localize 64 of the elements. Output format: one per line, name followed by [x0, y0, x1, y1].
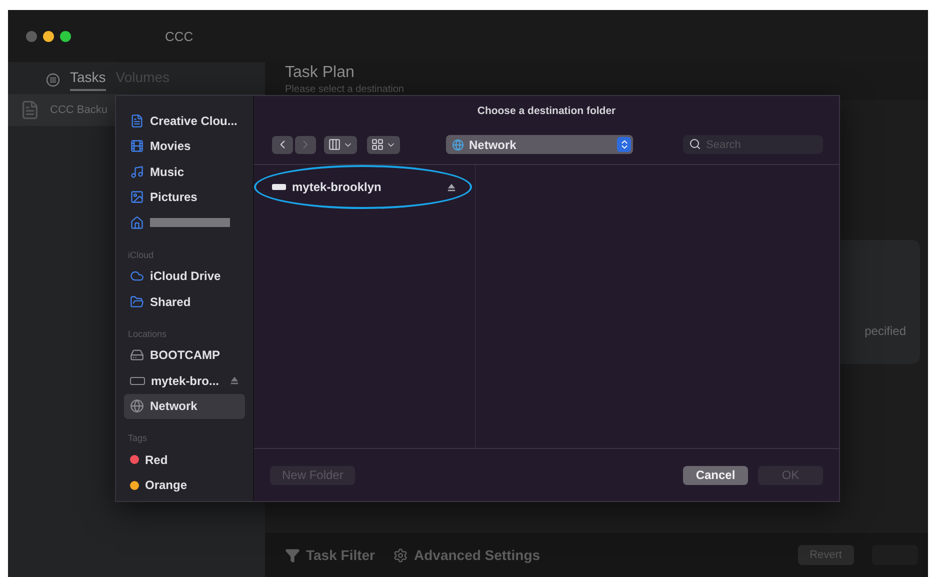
sidebar-item[interactable]: Creative Clou...: [124, 108, 245, 134]
sidebar-item[interactable]: iCloud Drive: [124, 264, 245, 289]
back-button[interactable]: [272, 136, 293, 154]
sidebar-item[interactable]: Pictures: [124, 184, 245, 210]
sidebar-item[interactable]: mytek-bro...: [124, 368, 245, 394]
globe-icon: [130, 399, 144, 414]
item-label: Red: [145, 452, 168, 467]
section-heading: Locations: [128, 328, 168, 338]
globe-icon: [452, 138, 464, 150]
window-title: CCC: [165, 28, 194, 44]
document-icon: [20, 100, 40, 120]
eject-icon[interactable]: [447, 182, 456, 192]
page-subtitle: Please select a destination: [285, 84, 405, 95]
search-icon: [689, 138, 701, 150]
drive-icon: [272, 184, 286, 190]
task-name: CCC Backu: [50, 104, 108, 116]
home-icon: [130, 216, 144, 230]
file-name: mytek-brooklyn: [292, 180, 382, 194]
item-label: BOOTCAMP: [150, 348, 220, 362]
eject-icon[interactable]: [230, 376, 239, 386]
item-label: Network: [150, 399, 198, 414]
stepper-icon: [617, 137, 631, 152]
card-text: pecified: [864, 324, 906, 338]
sidebar-tab[interactable]: Tasks: [70, 69, 106, 91]
cloud-icon: [130, 269, 144, 284]
item-label: Movies: [150, 139, 191, 154]
dialog-title: Choose a destination folder: [476, 104, 617, 119]
sidebar-item[interactable]: BOOTCAMP: [124, 342, 245, 368]
item-label: iCloud Drive: [150, 269, 221, 284]
item-label: Music: [150, 164, 184, 179]
item-label: Orange: [145, 478, 188, 492]
music-icon: [130, 164, 144, 179]
item-label: mytek-bro...: [151, 374, 220, 388]
settings-icon: [393, 548, 408, 562]
item-label: Pictures: [150, 190, 198, 204]
external-drive-icon: [130, 376, 145, 385]
view-mode-button[interactable]: [324, 136, 357, 154]
sidebar-item[interactable]: Music: [124, 159, 245, 184]
sidebar-item[interactable]: Movies: [124, 134, 245, 159]
image-icon: [130, 190, 144, 204]
item-label: Creative Clou...: [150, 114, 238, 128]
drive-icon: [130, 348, 144, 362]
file-row[interactable]: mytek-brooklyn: [254, 165, 472, 209]
grid-icon: [371, 138, 384, 151]
group-button[interactable]: [367, 136, 400, 154]
sidebar-item[interactable]: Orange: [124, 472, 245, 498]
item-label: Shared: [150, 294, 191, 309]
location-popup[interactable]: Network: [446, 135, 633, 154]
sidebar-item[interactable]: Network: [124, 394, 245, 419]
filter-icon: [285, 548, 300, 562]
section-heading: iCloud: [128, 250, 155, 260]
document-icon: [130, 114, 144, 128]
folder-icon: [130, 294, 144, 309]
section-heading: Tags: [128, 433, 148, 443]
page-title: Task Plan: [285, 64, 356, 82]
menu-icon[interactable]: [46, 73, 60, 87]
window-control-dot[interactable]: [26, 30, 37, 42]
sidebar-item[interactable]: Shared: [124, 289, 245, 314]
film-icon: [130, 139, 144, 154]
window-control-dot[interactable]: [60, 30, 71, 42]
columns-icon: [328, 138, 341, 151]
cancel-button[interactable]: Cancel: [683, 466, 748, 484]
window-control-dot[interactable]: [43, 30, 54, 42]
sidebar-item[interactable]: Red: [124, 447, 245, 472]
